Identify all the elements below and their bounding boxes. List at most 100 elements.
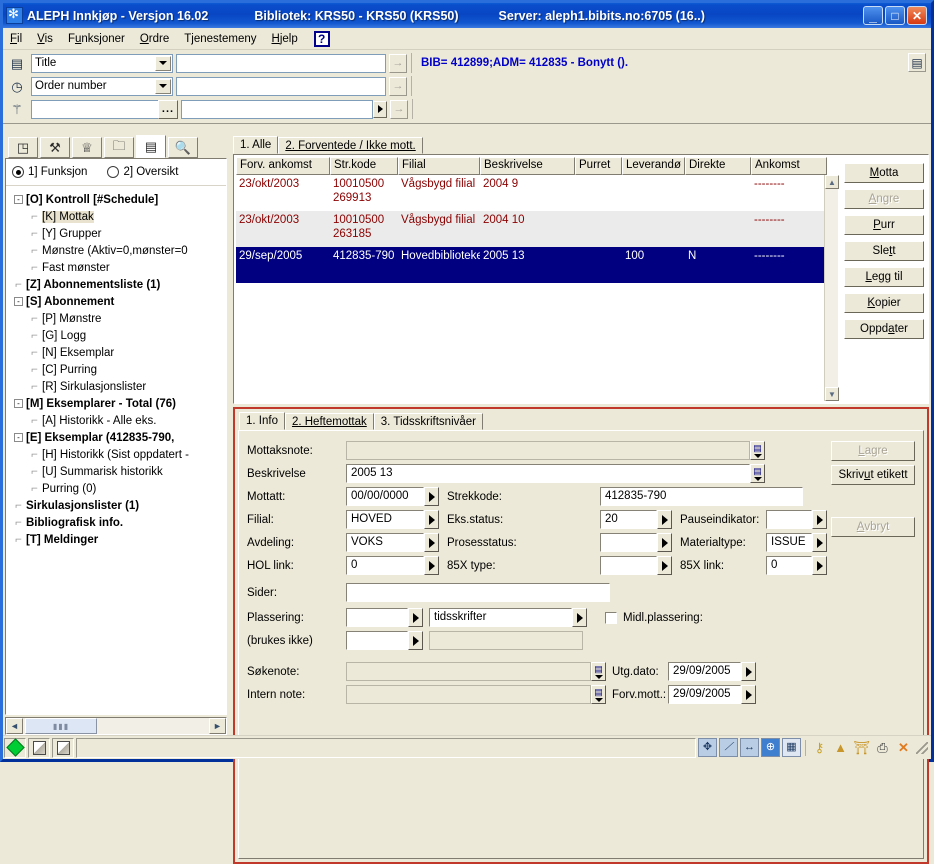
barcode-go-button[interactable]: → <box>390 99 408 119</box>
search-order-input[interactable] <box>176 76 386 96</box>
tree-item[interactable]: - [S] Abonnement <box>10 293 226 310</box>
midl-plassering-checkbox[interactable] <box>605 611 617 624</box>
radio-funksjon[interactable]: 1] Funksjon <box>12 166 87 178</box>
barcode-spin-button[interactable] <box>373 100 387 118</box>
tree-item[interactable]: ⌐ [U] Summarisk historikk <box>10 463 226 480</box>
beskrivelse-input[interactable]: 2005 13 <box>346 464 750 483</box>
help-question-icon[interactable]: ? <box>313 30 330 47</box>
tab-serials[interactable]: ⚒ <box>40 137 70 158</box>
tree-item[interactable]: ⌐ [C] Purring <box>10 361 226 378</box>
col-header-str-kode[interactable]: Str.kode <box>330 157 398 175</box>
key-icon[interactable]: ⚷ <box>810 738 829 757</box>
eks-status-input[interactable]: 20 <box>600 510 657 529</box>
x85-type-input[interactable] <box>600 556 657 575</box>
intern-note-input[interactable] <box>346 685 591 704</box>
menu-tjenestemeny[interactable]: Tjenestemeny <box>182 32 258 46</box>
avdeling-picker-icon[interactable] <box>424 533 439 552</box>
sokenote-list-icon[interactable]: ▤ <box>591 662 606 681</box>
grid-vertical-scrollbar[interactable]: ▲ ▼ <box>824 175 839 401</box>
minimize-button[interactable]: _ <box>863 6 883 25</box>
x85-link-picker-icon[interactable] <box>812 556 827 575</box>
legg-til-button[interactable]: Legg til <box>844 267 924 287</box>
close-x-icon[interactable]: ✕ <box>894 738 913 757</box>
tab-forventede[interactable]: 2. Forventede / Ikke mott. <box>278 137 423 154</box>
plassering-detail-input[interactable]: tidsskrifter <box>429 608 572 627</box>
pauseindikator-input[interactable] <box>766 510 812 529</box>
tab-search[interactable]: 🔍 <box>168 137 198 158</box>
search-order-go-button[interactable]: → <box>389 76 407 96</box>
marc-icon[interactable]: ⟋ <box>719 738 738 757</box>
barcode-input-secondary[interactable] <box>181 99 373 119</box>
tree-item[interactable]: ⌐ [Z] Abonnementsliste (1) <box>10 276 226 293</box>
expand-toggle-icon[interactable]: - <box>14 195 23 204</box>
scroll-down-icon[interactable]: ▼ <box>825 387 839 401</box>
sider-input[interactable] <box>346 583 610 602</box>
mottatt-picker-icon[interactable] <box>424 487 439 506</box>
tab-folder[interactable]: 🗀 <box>104 137 134 158</box>
tree-item[interactable]: ⌐ Fast mønster <box>10 259 226 276</box>
cube-icon[interactable] <box>52 737 74 758</box>
chevron-down-icon[interactable] <box>155 78 171 94</box>
search-index-select[interactable]: Title <box>31 53 173 73</box>
beskrivelse-list-icon[interactable]: ▤ <box>750 464 765 483</box>
utg-dato-input[interactable]: 29/09/2005 <box>668 662 741 681</box>
chevron-down-icon[interactable] <box>155 55 171 71</box>
tree-item[interactable]: ⌐ Purring (0) <box>10 480 226 497</box>
utg-dato-picker-icon[interactable] <box>741 662 756 681</box>
menu-ordre[interactable]: Ordre <box>138 32 171 46</box>
avdeling-input[interactable]: VOKS <box>346 533 424 552</box>
scroll-up-icon[interactable]: ▲ <box>825 175 839 189</box>
table-icon[interactable]: ▦ <box>782 738 801 757</box>
scroll-thumb[interactable]: ▮▮▮ <box>25 718 97 734</box>
hol-link-input[interactable]: 0 <box>346 556 424 575</box>
resize-grip[interactable] <box>916 741 928 754</box>
menu-fil[interactable]: FFilil <box>8 32 24 46</box>
tree-item[interactable]: ⌐ Sirkulasjonslister (1) <box>10 497 226 514</box>
oppdater-button[interactable]: Oppd a ter <box>844 319 924 339</box>
kopier-button[interactable]: Kopier <box>844 293 924 313</box>
order-index-select[interactable]: Order number <box>31 76 173 96</box>
tab-vendors[interactable]: ♕ <box>72 137 102 158</box>
plassering-picker-icon[interactable] <box>408 608 423 627</box>
link-icon[interactable]: ↔ <box>740 738 759 757</box>
table-row[interactable]: 23/okt/2003 10010500 269913 Vågsbygd fil… <box>236 175 824 211</box>
tree-item[interactable]: ⌐ [G] Logg <box>10 327 226 344</box>
brukes-ikke-input[interactable] <box>346 631 408 650</box>
tree-item[interactable]: ⌐ [K] Mottak <box>10 208 226 225</box>
expand-toggle-icon[interactable]: - <box>14 433 23 442</box>
tree-item[interactable]: - [M] Eksemplarer - Total (76) <box>10 395 226 412</box>
barcode-input[interactable] <box>31 99 159 119</box>
tower-icon[interactable]: ▲ <box>831 738 850 757</box>
close-button[interactable]: ✕ <box>907 6 927 25</box>
tab-orders[interactable]: ◳ <box>8 137 38 158</box>
col-header-leverandor[interactable]: Leverandø <box>622 157 685 175</box>
printer-icon[interactable]: ⎙ <box>873 738 892 757</box>
table-row[interactable]: 29/sep/2005 412835-790 Hovedbiblioteket … <box>236 247 824 283</box>
tab-alle[interactable]: 1. Alle <box>233 136 279 154</box>
slett-button[interactable]: Sle t t <box>844 241 924 261</box>
col-header-forv-ankomst[interactable]: Forv. ankomst <box>236 157 330 175</box>
browse-button[interactable]: ... <box>158 99 178 119</box>
tree-item[interactable]: ⌐ [N] Eksemplar <box>10 344 226 361</box>
sokenote-input[interactable] <box>346 662 591 681</box>
prosesstatus-picker-icon[interactable] <box>657 533 672 552</box>
scroll-right-icon[interactable]: ► <box>209 718 226 734</box>
globe-icon[interactable]: ⊕ <box>761 738 780 757</box>
motta-button[interactable]: Motta <box>844 163 924 183</box>
strekkode-input[interactable]: 412835-790 <box>600 487 803 506</box>
mottatt-input[interactable]: 00/00/0000 <box>346 487 424 506</box>
col-header-purret[interactable]: Purret <box>575 157 622 175</box>
filial-input[interactable]: HOVED <box>346 510 424 529</box>
scroll-left-icon[interactable]: ◄ <box>6 718 23 734</box>
tree-item[interactable]: - [E] Eksemplar (412835-790, <box>10 429 226 446</box>
tab-heftemottak[interactable]: 2. Heftemottak <box>284 413 374 430</box>
expand-toggle-icon[interactable]: - <box>14 297 23 306</box>
x85-link-input[interactable]: 0 <box>766 556 812 575</box>
col-header-direkte[interactable]: Direkte <box>685 157 751 175</box>
record-list-icon[interactable]: ▤ <box>908 53 926 72</box>
prosesstatus-input[interactable] <box>600 533 657 552</box>
pauseindikator-picker-icon[interactable] <box>812 510 827 529</box>
tree-item[interactable]: - [O] Kontroll [#Schedule] <box>10 191 226 208</box>
col-header-beskrivelse[interactable]: Beskrivelse <box>480 157 575 175</box>
intern-note-list-icon[interactable]: ▤ <box>591 685 606 704</box>
